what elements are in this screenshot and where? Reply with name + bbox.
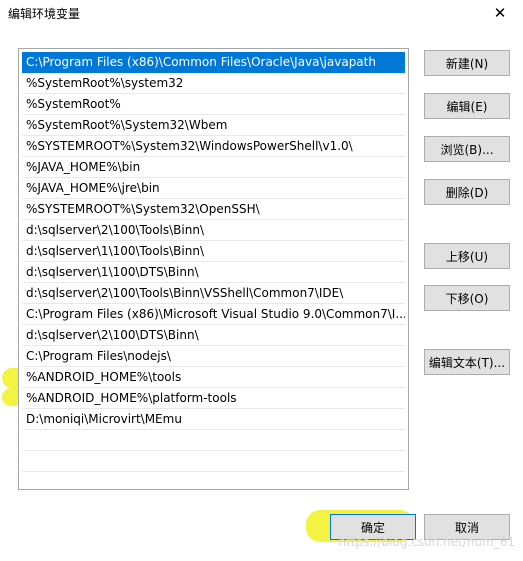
list-item[interactable]: %SYSTEMROOT%\System32\WindowsPowerShell\… [22, 136, 405, 157]
list-item[interactable]: C:\Program Files (x86)\Common Files\Orac… [22, 52, 405, 73]
window-title: 编辑环境变量 [8, 7, 81, 21]
move-up-button[interactable]: 上移(U) [424, 243, 510, 269]
list-item[interactable]: D:\moniqi\Microvirt\MEmu [22, 409, 405, 430]
move-down-button[interactable]: 下移(O) [424, 285, 510, 311]
empty-list-row [22, 451, 405, 472]
delete-button[interactable]: 删除(D) [424, 179, 510, 205]
list-item[interactable]: %SystemRoot%\system32 [22, 73, 405, 94]
edit-env-var-dialog: 编辑环境变量 ✕ C:\Program Files (x86)\Common F… [0, 0, 523, 561]
empty-list-row [22, 430, 405, 451]
list-item[interactable]: C:\Program Files\nodejs\ [22, 346, 405, 367]
close-icon[interactable]: ✕ [489, 2, 511, 24]
list-item[interactable]: %ANDROID_HOME%\tools [22, 367, 405, 388]
list-item[interactable]: %ANDROID_HOME%\platform-tools [22, 388, 405, 409]
edit-button[interactable]: 编辑(E) [424, 93, 510, 119]
list-item[interactable]: d:\sqlserver\2\100\DTS\Binn\ [22, 325, 405, 346]
list-item[interactable]: %JAVA_HOME%\jre\bin [22, 178, 405, 199]
edit-text-button[interactable]: 编辑文本(T)... [424, 349, 510, 375]
watermark: https://blog.csdn.net/num_61 [338, 535, 515, 549]
list-item[interactable]: %SYSTEMROOT%\System32\OpenSSH\ [22, 199, 405, 220]
list-item[interactable]: d:\sqlserver\1\100\DTS\Binn\ [22, 262, 405, 283]
list-item[interactable]: d:\sqlserver\2\100\Tools\Binn\ [22, 220, 405, 241]
list-item[interactable]: %SystemRoot% [22, 94, 405, 115]
new-button[interactable]: 新建(N) [424, 50, 510, 76]
list-item[interactable]: C:\Program Files (x86)\Microsoft Visual … [22, 304, 405, 325]
browse-button[interactable]: 浏览(B)... [424, 136, 510, 162]
list-item[interactable]: %JAVA_HOME%\bin [22, 157, 405, 178]
empty-list-row [22, 472, 405, 489]
path-listbox[interactable]: C:\Program Files (x86)\Common Files\Orac… [18, 48, 409, 490]
list-item[interactable]: d:\sqlserver\1\100\Tools\Binn\ [22, 241, 405, 262]
list-item[interactable]: %SystemRoot%\System32\Wbem [22, 115, 405, 136]
list-item[interactable]: d:\sqlserver\2\100\Tools\Binn\VSShell\Co… [22, 283, 405, 304]
title-bar: 编辑环境变量 ✕ [0, 0, 523, 30]
